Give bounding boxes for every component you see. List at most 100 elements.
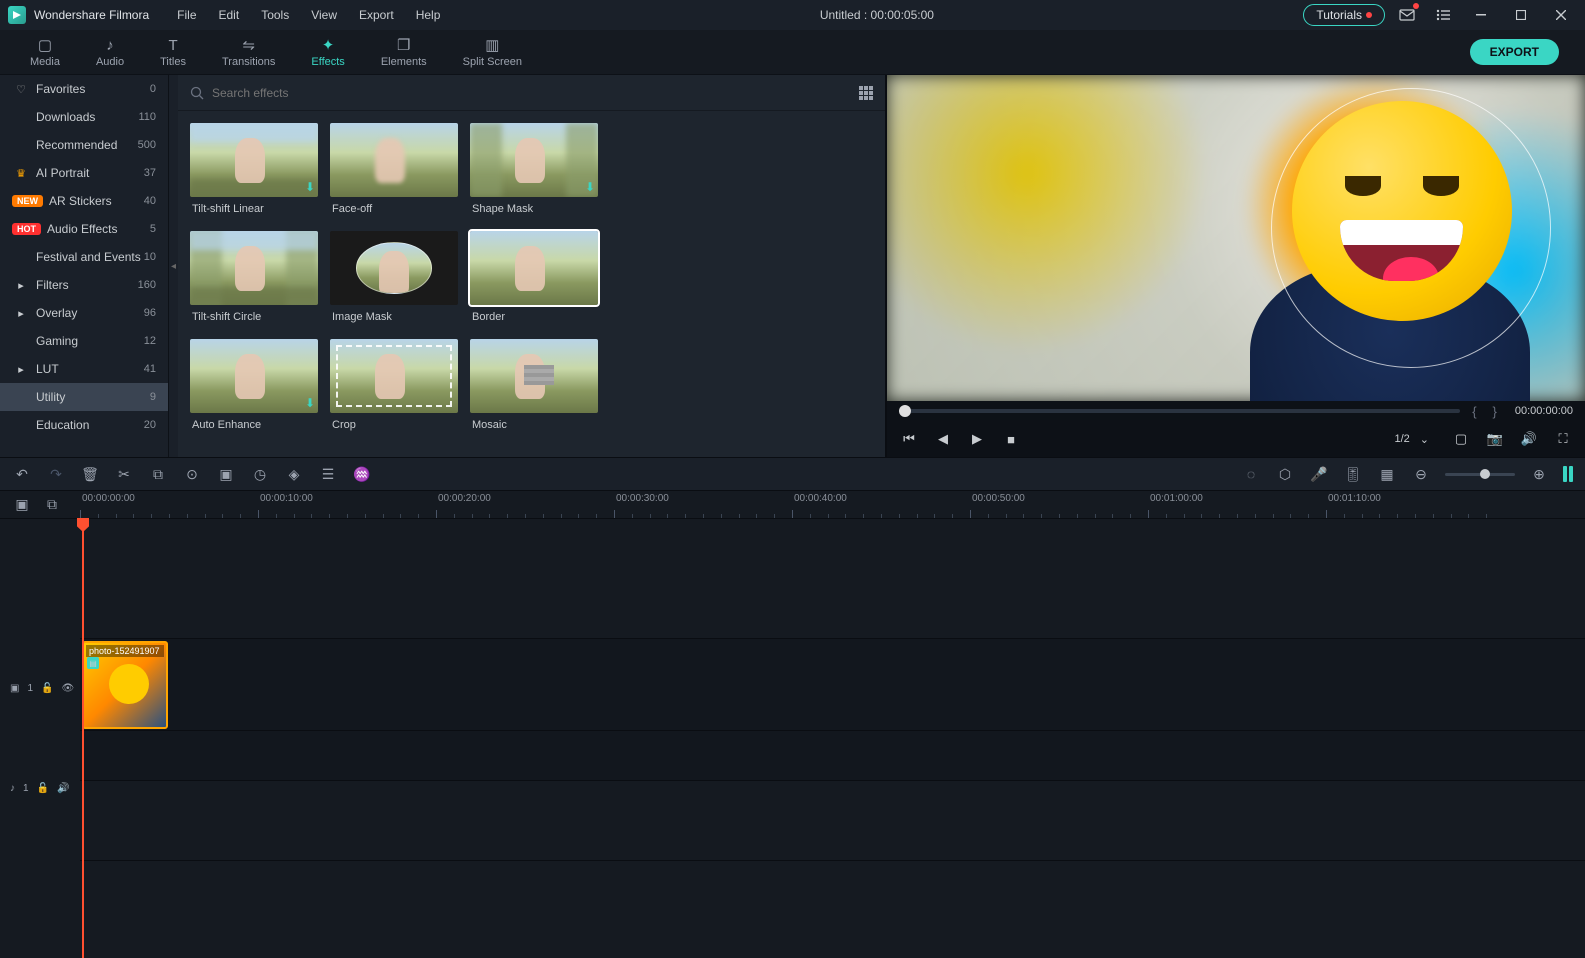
timeline-ruler[interactable]: 00:00:00:0000:00:10:0000:00:20:0000:00:3… — [80, 491, 1585, 518]
render-button[interactable]: ◌ — [1241, 466, 1261, 482]
tutorials-button[interactable]: Tutorials — [1303, 4, 1385, 26]
messages-icon[interactable] — [1393, 3, 1421, 27]
zoom-out-button[interactable]: ⊖ — [1411, 466, 1431, 483]
menu-export[interactable]: Export — [349, 4, 404, 26]
sidebar-item-ar-stickers[interactable]: NEWAR Stickers40 — [0, 187, 168, 215]
effect-face-off[interactable]: Face-off — [330, 123, 458, 223]
effect-tilt-shift-circle[interactable]: Tilt-shift Circle — [190, 231, 318, 331]
visibility-icon[interactable]: 👁 — [61, 683, 74, 694]
sidebar-item-recommended[interactable]: Recommended500 — [0, 131, 168, 159]
menu-tools[interactable]: Tools — [251, 4, 299, 26]
tab-effects[interactable]: ✦Effects — [293, 32, 362, 72]
sidebar-item-overlay[interactable]: ▸Overlay96 — [0, 299, 168, 327]
menu-bar: File Edit Tools View Export Help — [167, 4, 450, 26]
preview-canvas[interactable] — [887, 75, 1585, 401]
preview-guide-circle[interactable] — [1271, 88, 1551, 368]
lock-icon[interactable]: 🔓 — [37, 783, 49, 794]
stop-button[interactable]: ■ — [1001, 432, 1021, 447]
effect-crop[interactable]: Crop — [330, 339, 458, 439]
tab-transitions[interactable]: ⇋Transitions — [204, 32, 293, 72]
effect-tilt-shift-linear[interactable]: ⬇ Tilt-shift Linear — [190, 123, 318, 223]
zoom-handle[interactable] — [1480, 469, 1490, 479]
voiceover-button[interactable]: 🎤 — [1309, 466, 1329, 483]
search-input[interactable] — [204, 86, 859, 100]
effect-auto-enhance[interactable]: ⬇ Auto Enhance — [190, 339, 318, 439]
effect-shape-mask[interactable]: ⬇ Shape Mask — [470, 123, 598, 223]
menu-view[interactable]: View — [301, 4, 347, 26]
sidebar-item-utility[interactable]: Utility9 — [0, 383, 168, 411]
duration-button[interactable]: ◷ — [250, 466, 270, 483]
mark-out-button[interactable]: } — [1489, 404, 1501, 419]
link-button[interactable]: ⧉ — [42, 496, 62, 513]
zoom-in-button[interactable]: ⊕ — [1529, 466, 1549, 483]
undo-button[interactable]: ↶ — [12, 466, 32, 483]
effect-border[interactable]: Border — [470, 231, 598, 331]
mark-in-button[interactable]: { — [1468, 404, 1480, 419]
sidebar-item-filters[interactable]: ▸Filters160 — [0, 271, 168, 299]
adjust-button[interactable]: ☰ — [318, 466, 338, 483]
effect-image-mask[interactable]: Image Mask — [330, 231, 458, 331]
playhead[interactable] — [82, 519, 84, 958]
fullscreen-icon[interactable]: ⛶ — [1553, 431, 1573, 447]
grid-view-icon[interactable] — [859, 86, 873, 100]
redo-button[interactable]: ↷ — [46, 466, 66, 483]
scrub-track[interactable] — [899, 409, 1460, 413]
keyframe-button[interactable]: ◈ — [284, 466, 304, 483]
audio-track-header: ♪1 🔓 🔊 — [0, 774, 80, 802]
sidebar-item-downloads[interactable]: Downloads110 — [0, 103, 168, 131]
tab-split-screen[interactable]: ▥Split Screen — [445, 32, 540, 72]
zoom-slider[interactable] — [1445, 473, 1515, 476]
sidebar-item-gaming[interactable]: Gaming12 — [0, 327, 168, 355]
crop-button[interactable]: ⧉ — [148, 466, 168, 483]
volume-icon[interactable]: 🔊 — [1519, 431, 1539, 447]
audio-track-1[interactable] — [80, 731, 1585, 781]
sidebar-item-favorites[interactable]: ♡Favorites0 — [0, 75, 168, 103]
sidebar-count: 37 — [144, 167, 156, 179]
menu-file[interactable]: File — [167, 4, 206, 26]
display-icon[interactable]: ▢ — [1451, 431, 1471, 447]
timeline-tracks[interactable]: photo-152491907 ▤ — [80, 519, 1585, 958]
export-button[interactable]: EXPORT — [1470, 39, 1559, 65]
tab-media[interactable]: ▢Media — [12, 32, 78, 72]
delete-button[interactable]: 🗑 — [80, 466, 100, 483]
cut-button[interactable]: ✂ — [114, 466, 134, 483]
effect-mosaic[interactable]: Mosaic — [470, 339, 598, 439]
sidebar-item-audio-effects[interactable]: HOTAudio Effects5 — [0, 215, 168, 243]
zoom-fit-button[interactable] — [1563, 466, 1573, 482]
audio-button[interactable]: ♒ — [352, 466, 372, 483]
sidebar-collapse-button[interactable]: ◂ — [168, 75, 178, 457]
minimize-button[interactable] — [1465, 0, 1497, 30]
step-back-button[interactable]: ◀ — [933, 431, 953, 447]
sidebar-item-festival[interactable]: Festival and Events10 — [0, 243, 168, 271]
play-button[interactable]: ▶ — [967, 431, 987, 447]
menu-help[interactable]: Help — [406, 4, 451, 26]
sidebar-item-education[interactable]: Education20 — [0, 411, 168, 439]
prev-frame-button[interactable]: ⏮ — [899, 431, 919, 447]
scrub-handle[interactable] — [899, 405, 911, 417]
menu-edit[interactable]: Edit — [209, 4, 250, 26]
mixer-button[interactable]: 🎚 — [1343, 466, 1363, 483]
tab-audio[interactable]: ♪Audio — [78, 33, 142, 72]
lock-icon[interactable]: 🔓 — [41, 683, 53, 694]
snapshot-icon[interactable]: 📷 — [1485, 431, 1505, 447]
tab-titles[interactable]: TTitles — [142, 33, 204, 72]
video-track-1[interactable]: photo-152491907 ▤ — [80, 639, 1585, 731]
maximize-button[interactable] — [1505, 0, 1537, 30]
timeline-clip[interactable]: photo-152491907 ▤ — [82, 641, 168, 729]
guide-button[interactable]: ▦ — [1377, 466, 1397, 483]
track-size-button[interactable]: ▣ — [12, 496, 32, 513]
chevron-right-icon: ▸ — [12, 363, 30, 376]
mute-icon[interactable]: 🔊 — [57, 783, 69, 794]
sidebar-count: 0 — [150, 83, 156, 95]
speed-button[interactable]: ⊙ — [182, 466, 202, 483]
effects-sidebar: ♡Favorites0 Downloads110 Recommended500 … — [0, 75, 168, 457]
preview-quality-dropdown[interactable]: 1/2⌄ — [1386, 431, 1437, 448]
marker-button[interactable]: ⬡ — [1275, 466, 1295, 483]
app-name: Wondershare Filmora — [34, 8, 149, 22]
list-icon[interactable] — [1429, 3, 1457, 27]
tab-elements[interactable]: ❐Elements — [363, 32, 445, 72]
sidebar-item-ai-portrait[interactable]: ♛AI Portrait37 — [0, 159, 168, 187]
close-button[interactable] — [1545, 0, 1577, 30]
freeze-frame-button[interactable]: ▣ — [216, 466, 236, 483]
sidebar-item-lut[interactable]: ▸LUT41 — [0, 355, 168, 383]
